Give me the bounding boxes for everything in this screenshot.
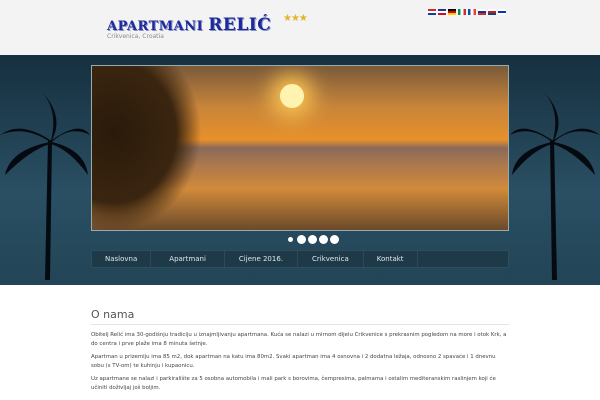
logo-title: APARTMANI RELIĆ (107, 15, 271, 35)
paragraph: Obitelj Relić ima 30-godišnju tradiciju … (91, 332, 507, 347)
slider-dot[interactable] (308, 235, 317, 244)
flag-english-icon[interactable] (438, 9, 446, 15)
sunset-image (280, 84, 304, 108)
nav-naslovna[interactable]: Naslovna (92, 251, 152, 267)
flag-croatian-icon[interactable] (428, 9, 436, 15)
slider-dot[interactable] (288, 237, 293, 242)
content: O nama Obitelj Relić ima 30-godišnju tra… (91, 308, 509, 397)
flag-french-icon[interactable] (468, 9, 476, 15)
flag-hebrew-icon[interactable] (498, 9, 506, 15)
slider-dot[interactable] (330, 235, 339, 244)
palm-tree-left (0, 90, 90, 280)
page-heading: O nama (91, 308, 509, 325)
slider-pagination (286, 235, 339, 244)
flag-russian-icon[interactable] (478, 9, 486, 15)
logo-word-2: RELIĆ (208, 15, 272, 35)
nav-cijene[interactable]: Cijene 2016. (225, 251, 299, 267)
logo[interactable]: APARTMANI RELIĆ ★★★ Crikvenica, Croatia (107, 13, 308, 40)
palm-tree-right (510, 90, 600, 280)
star-rating-icon: ★★★ (283, 13, 308, 24)
image-slider[interactable] (91, 65, 509, 231)
banner: Naslovna Apartmani Cijene 2016. Crikveni… (0, 55, 600, 285)
tree-silhouette (92, 66, 202, 230)
slider-dot[interactable] (319, 235, 328, 244)
logo-word-1: APARTMANI (107, 19, 204, 34)
main-nav: Naslovna Apartmani Cijene 2016. Crikveni… (91, 250, 509, 268)
nav-kontakt[interactable]: Kontakt (364, 251, 418, 267)
flag-czech-icon[interactable] (488, 9, 496, 15)
paragraph: Apartman u prizemlju ima 85 m2, dok apar… (91, 354, 496, 369)
flag-german-icon[interactable] (448, 9, 456, 15)
paragraph: Uz apartmane se nalazi i parkiralište za… (91, 376, 496, 391)
language-selector (428, 9, 506, 15)
nav-apartmani[interactable]: Apartmani (151, 251, 225, 267)
flag-italian-icon[interactable] (458, 9, 466, 15)
slider-dot[interactable] (297, 235, 306, 244)
nav-crikvenica[interactable]: Crikvenica (298, 251, 364, 267)
header: APARTMANI RELIĆ ★★★ Crikvenica, Croatia (0, 0, 600, 55)
